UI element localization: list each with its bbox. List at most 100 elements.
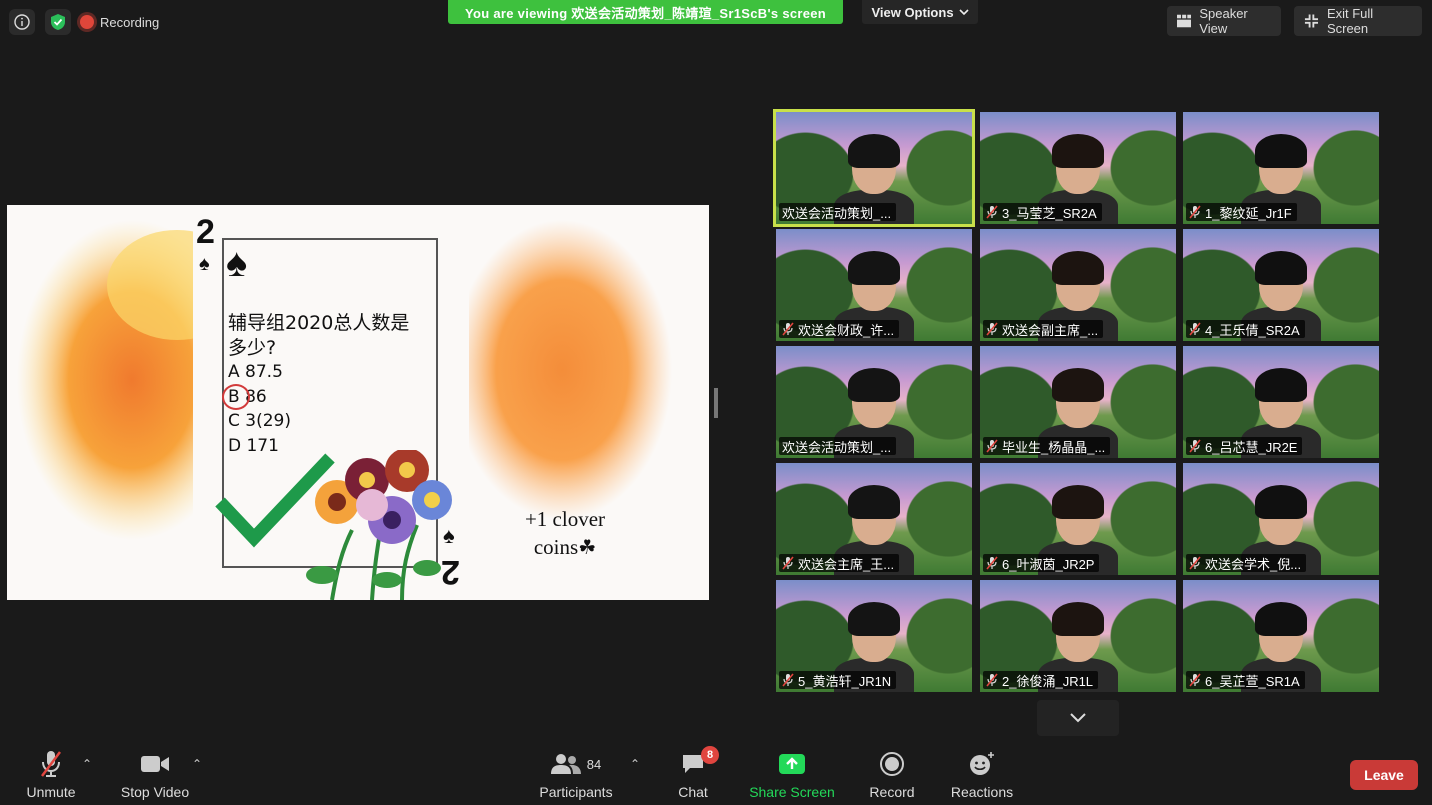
stop-video-button[interactable]: Stop Video: [110, 748, 200, 802]
chevron-down-icon: [1070, 713, 1086, 723]
more-participants-button[interactable]: [1037, 700, 1119, 736]
participant-hair: [848, 485, 900, 519]
participant-tile[interactable]: 6_吕芯慧_JR2E: [1183, 346, 1379, 458]
participant-tile[interactable]: 6_叶淑茵_JR2P: [980, 463, 1176, 575]
shared-screen[interactable]: 2 ♠ ♠ 辅导组2020总人数是 多少? A 87.5 B 86 C 3(29…: [7, 205, 709, 600]
share-screen-button[interactable]: Share Screen: [747, 748, 837, 802]
exit-full-screen-label: Exit Full Screen: [1326, 6, 1374, 36]
audio-options-caret-icon[interactable]: ⌃: [82, 757, 92, 771]
exit-full-screen-icon: [1304, 14, 1319, 28]
participant-name-label: 毕业生_杨晶晶_...: [983, 437, 1111, 455]
participant-hair: [1052, 134, 1104, 168]
bonus-line-2-text: coins: [533, 535, 579, 559]
chat-label: Chat: [678, 784, 708, 800]
option-a: A 87.5: [228, 362, 283, 382]
participant-tile[interactable]: 4_王乐倩_SR2A: [1183, 229, 1379, 341]
chat-button[interactable]: 8 Chat: [648, 746, 738, 802]
participants-icon: [550, 754, 581, 774]
muted-mic-icon: [782, 556, 794, 570]
unmute-label: Unmute: [26, 784, 76, 800]
participant-tile[interactable]: 3_马莹芝_SR2A: [980, 112, 1176, 224]
participant-tile[interactable]: 毕业生_杨晶晶_...: [980, 346, 1176, 458]
participant-name-label: 4_王乐倩_SR2A: [1186, 320, 1305, 338]
bonus-line-1: +1 clover: [524, 507, 606, 531]
spade-large-icon: ♠: [226, 241, 248, 285]
participant-tile[interactable]: 欢送会活动策划_...: [773, 109, 975, 227]
bonus-line-2: coins☘: [505, 533, 625, 562]
participant-name: 毕业生_杨晶晶_...: [1002, 439, 1106, 455]
view-options-button[interactable]: View Options: [862, 0, 978, 24]
participant-name-label: 欢送会财政_许...: [779, 320, 900, 338]
record-label: Record: [869, 784, 915, 800]
participant-name-label: 6_叶淑茵_JR2P: [983, 554, 1100, 572]
participant-hair: [1052, 368, 1104, 402]
participant-hair: [848, 134, 900, 168]
pansy-flowers-illustration: [306, 450, 452, 600]
video-camera-icon: [141, 756, 169, 772]
muted-mic-icon: [782, 673, 794, 687]
muted-mic-icon: [782, 322, 794, 336]
viewing-screen-banner: You are viewing 欢送会活动策划_陈靖瑄_Sr1ScB's scr…: [448, 0, 843, 24]
speaker-view-icon: [1177, 14, 1192, 28]
participant-tile[interactable]: 欢送会财政_许...: [776, 229, 972, 341]
security-shield-icon[interactable]: [45, 9, 71, 35]
participant-tile[interactable]: 6_吴芷萱_SR1A: [1183, 580, 1379, 692]
participant-hair: [1052, 485, 1104, 519]
reactions-smiley-icon: [970, 752, 994, 775]
participant-name-label: 6_吴芷萱_SR1A: [1186, 671, 1305, 689]
participant-tile[interactable]: 5_黄浩轩_JR1N: [776, 580, 972, 692]
clover-icon: ☘: [578, 537, 597, 559]
participant-name-label: 欢送会学术_倪...: [1186, 554, 1307, 572]
share-screen-icon: [779, 754, 805, 774]
participant-tile[interactable]: 欢送会副主席_...: [980, 229, 1176, 341]
participant-name-label: 1_黎纹延_Jr1F: [1186, 203, 1297, 221]
participant-name: 6_叶淑茵_JR2P: [1002, 556, 1095, 572]
participant-name: 6_吕芯慧_JR2E: [1205, 439, 1298, 455]
video-options-caret-icon[interactable]: ⌃: [192, 757, 202, 771]
record-button[interactable]: Record: [847, 748, 937, 802]
participant-name-label: 5_黄浩轩_JR1N: [779, 671, 897, 689]
reactions-button[interactable]: Reactions: [937, 748, 1027, 802]
participant-name-label: 欢送会主席_王...: [779, 554, 900, 572]
stop-video-label: Stop Video: [120, 784, 190, 800]
question-line-1: 辅导组2020总人数是: [228, 312, 410, 334]
speaker-view-button[interactable]: Speaker View: [1167, 6, 1281, 36]
participants-button[interactable]: 84 Participants: [531, 748, 621, 802]
participant-hair: [1255, 602, 1307, 636]
layout-resize-handle[interactable]: [714, 388, 718, 418]
recording-label: Recording: [100, 14, 160, 30]
speaker-view-label: Speaker View: [1199, 6, 1248, 36]
participant-hair: [1255, 251, 1307, 285]
leave-button[interactable]: Leave: [1350, 760, 1418, 790]
card-rank-bottom: 2: [441, 553, 460, 591]
recording-indicator[interactable]: Recording: [80, 10, 159, 34]
participant-tile[interactable]: 2_徐俊涌_JR1L: [980, 580, 1176, 692]
share-screen-label: Share Screen: [749, 784, 835, 800]
view-options-label: View Options: [871, 4, 954, 20]
participant-name: 4_王乐倩_SR2A: [1205, 322, 1300, 338]
chevron-down-icon: [958, 9, 969, 16]
participants-options-caret-icon[interactable]: ⌃: [630, 757, 640, 771]
participant-name: 欢送会财政_许...: [798, 322, 895, 338]
muted-mic-icon: [986, 322, 998, 336]
answer-circle-mark: [222, 384, 250, 410]
participant-tile[interactable]: 欢送会活动策划_...: [776, 346, 972, 458]
participant-hair: [1255, 134, 1307, 168]
participant-name: 1_黎纹延_Jr1F: [1205, 205, 1292, 221]
participant-name: 5_黄浩轩_JR1N: [798, 673, 892, 689]
participants-label: Participants: [539, 784, 613, 800]
participant-tile[interactable]: 欢送会主席_王...: [776, 463, 972, 575]
participant-tile[interactable]: 欢送会学术_倪...: [1183, 463, 1379, 575]
recording-dot-icon: [80, 15, 94, 29]
exit-full-screen-button[interactable]: Exit Full Screen: [1294, 6, 1422, 36]
participant-name-label: 欢送会活动策划_...: [779, 203, 897, 221]
spade-bottom-icon: ♠: [443, 523, 455, 548]
participant-hair: [1052, 602, 1104, 636]
quiz-question: 辅导组2020总人数是 多少? A 87.5 B 86 C 3(29) D 17…: [228, 311, 409, 458]
option-b: B 86: [228, 386, 267, 407]
muted-mic-icon: [1189, 205, 1201, 219]
participant-name: 3_马莹芝_SR2A: [1002, 205, 1097, 221]
participant-tile[interactable]: 1_黎纹延_Jr1F: [1183, 112, 1379, 224]
info-icon[interactable]: [9, 9, 35, 35]
participant-name: 欢送会活动策划_...: [782, 439, 892, 455]
